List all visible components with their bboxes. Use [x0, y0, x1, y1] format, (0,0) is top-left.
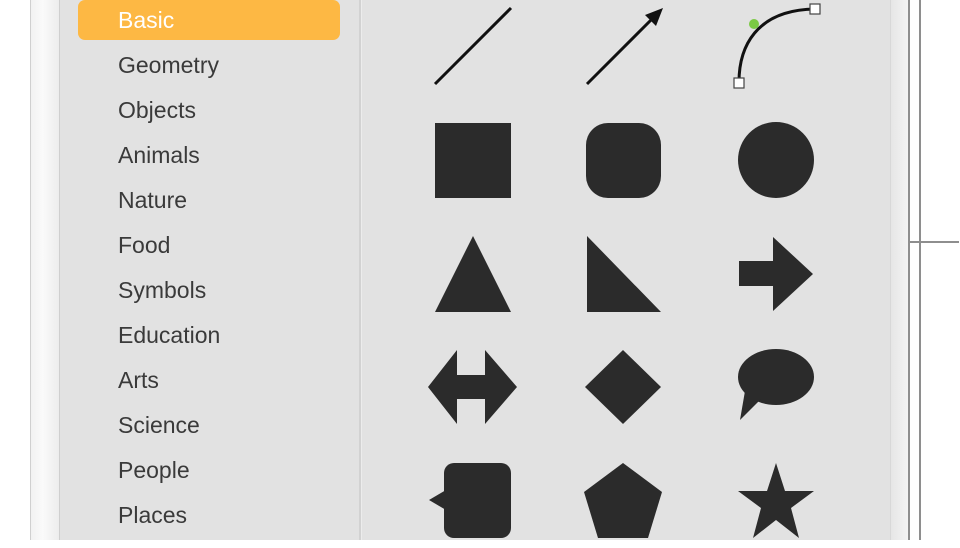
arrow-right-icon	[739, 237, 813, 311]
shape-circle[interactable]	[725, 112, 821, 208]
category-sidebar: Basic Geometry Objects Animals Nature Fo…	[60, 0, 360, 540]
star-icon	[738, 463, 814, 538]
pentagon-icon	[584, 463, 662, 538]
category-animals[interactable]: Animals	[78, 135, 340, 175]
guide-line-vertical	[919, 0, 921, 540]
right-triangle-icon	[587, 236, 661, 312]
category-geometry[interactable]: Geometry	[78, 45, 340, 85]
category-places[interactable]: Places	[78, 495, 340, 535]
diamond-icon	[585, 350, 661, 424]
circle-icon	[738, 122, 814, 198]
square-icon	[435, 123, 511, 198]
double-arrow-icon	[428, 350, 517, 424]
guide-line-vertical	[908, 0, 910, 540]
shape-arrow-right[interactable]	[725, 226, 821, 322]
rounded-square-icon	[586, 123, 661, 198]
shape-triangle[interactable]	[425, 226, 521, 322]
shape-diamond[interactable]	[575, 339, 671, 435]
callout-square-icon	[429, 463, 511, 538]
shape-pentagon[interactable]	[575, 452, 671, 548]
arrow-line-icon	[585, 8, 663, 86]
shape-right-triangle[interactable]	[575, 226, 671, 322]
shape-curve[interactable]	[725, 0, 821, 94]
shape-speech-bubble[interactable]	[725, 339, 821, 435]
window-edge	[30, 0, 60, 540]
shape-grid	[361, 0, 890, 540]
category-education[interactable]: Education	[78, 315, 340, 355]
category-basic[interactable]: Basic	[78, 0, 340, 40]
category-food[interactable]: Food	[78, 225, 340, 265]
popover-right-edge	[890, 0, 909, 540]
category-arts[interactable]: Arts	[78, 360, 340, 400]
category-nature[interactable]: Nature	[78, 180, 340, 220]
triangle-icon	[435, 236, 511, 312]
guide-line-horizontal	[909, 241, 959, 243]
speech-bubble-icon	[738, 349, 814, 420]
category-people[interactable]: People	[78, 450, 340, 490]
shape-callout-square[interactable]	[425, 452, 521, 548]
category-symbols[interactable]: Symbols	[78, 270, 340, 310]
shape-star[interactable]	[725, 452, 821, 548]
shape-line[interactable]	[425, 0, 521, 94]
shape-square[interactable]	[425, 112, 521, 208]
shape-double-arrow[interactable]	[425, 339, 521, 435]
line-icon	[433, 6, 513, 86]
curve-icon	[733, 3, 821, 89]
shape-rounded-square[interactable]	[575, 112, 671, 208]
shape-arrow[interactable]	[575, 0, 671, 94]
category-science[interactable]: Science	[78, 405, 340, 445]
category-objects[interactable]: Objects	[78, 90, 340, 130]
